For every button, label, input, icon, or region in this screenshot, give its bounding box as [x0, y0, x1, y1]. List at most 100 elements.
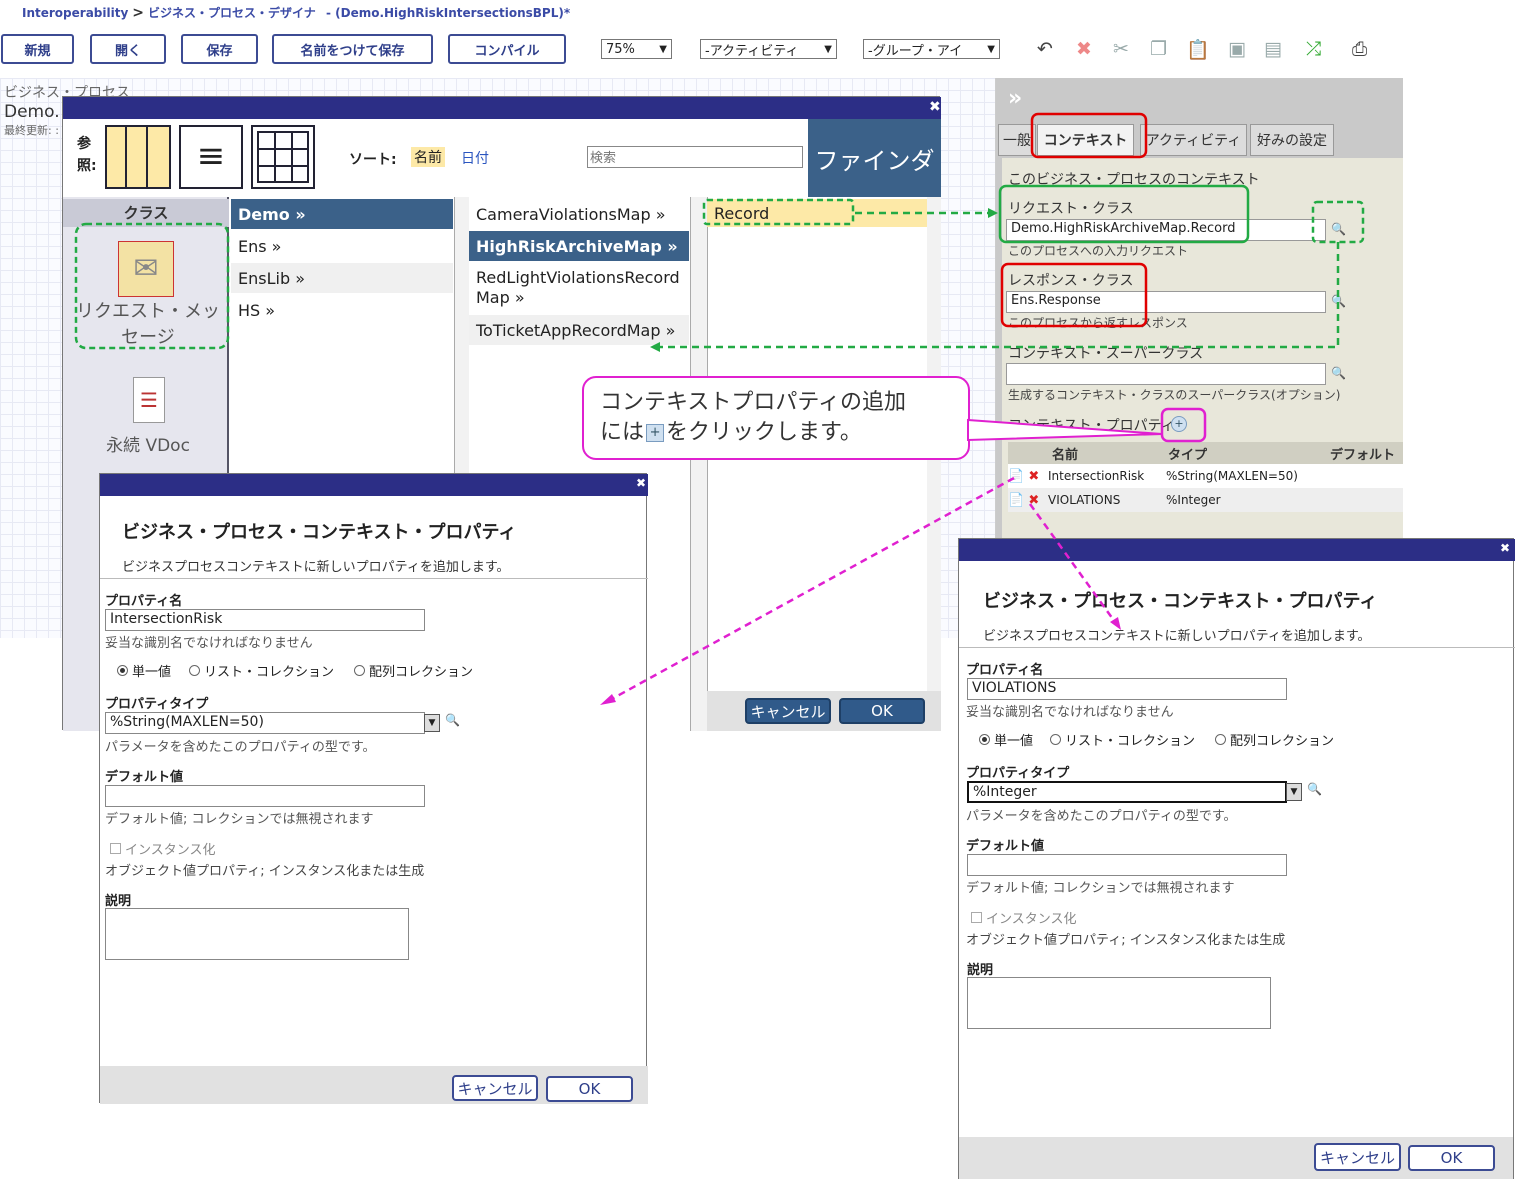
class-list-scrollbar[interactable]: [691, 197, 707, 731]
tab-activity[interactable]: アクティビティ: [1140, 124, 1247, 156]
grid-view-icon[interactable]: [251, 125, 315, 189]
radio-single[interactable]: 単一値: [117, 661, 171, 680]
print-icon[interactable]: ⎙: [1352, 38, 1367, 60]
cut-icon[interactable]: ✂: [1113, 38, 1129, 60]
dialog-ok-button[interactable]: OK: [546, 1076, 633, 1102]
property-name-input[interactable]: IntersectionRisk: [105, 609, 425, 631]
edit-icon[interactable]: 📄: [1008, 493, 1024, 508]
request-message-label[interactable]: リクエスト・メッセージ: [73, 299, 223, 351]
delete-icon[interactable]: ✖: [1024, 469, 1039, 484]
instantiate-checkbox[interactable]: インスタンス化: [971, 908, 1076, 927]
property-type-search-icon[interactable]: 🔍: [445, 713, 460, 727]
sort-by-date[interactable]: 日付: [461, 148, 489, 168]
property-name-label: プロパティ名: [105, 594, 183, 609]
list-item-record[interactable]: Record: [707, 199, 929, 227]
undo-icon[interactable]: ↶: [1037, 38, 1053, 60]
copy-icon[interactable]: ❐: [1150, 38, 1167, 60]
ungroup-icon[interactable]: ▤: [1264, 38, 1282, 60]
new-button[interactable]: 新規: [1, 34, 74, 64]
context-superclass-hint: 生成するコンテキスト・クラスのスーパークラス(オプション): [1008, 388, 1341, 402]
edit-icon[interactable]: 📄: [1008, 469, 1024, 484]
finder-ok-button[interactable]: OK: [839, 698, 925, 724]
request-class-search-icon[interactable]: 🔍: [1331, 222, 1346, 236]
close-icon[interactable]: ✖: [636, 476, 646, 490]
persistent-vdoc-icon[interactable]: ☰: [133, 377, 165, 423]
property-type-search-icon[interactable]: 🔍: [1307, 782, 1322, 796]
search-input[interactable]: [587, 146, 803, 168]
tab-general[interactable]: 一般: [998, 124, 1036, 156]
list-item[interactable]: HighRiskArchiveMap »: [469, 231, 689, 261]
delete-icon[interactable]: ✖: [1076, 38, 1092, 60]
group-select[interactable]: -グループ・アイ ▼: [863, 39, 1000, 59]
callout-line1: コンテキストプロパティの追加: [600, 390, 907, 415]
radio-list[interactable]: リスト・コレクション: [1050, 730, 1195, 749]
finder-cancel-button[interactable]: キャンセル: [745, 698, 831, 724]
list-item-hs[interactable]: HS »: [231, 295, 453, 325]
add-property-icon[interactable]: +: [1171, 416, 1187, 432]
tab-preferences[interactable]: 好みの設定: [1250, 124, 1334, 156]
dialog-titlebar: [959, 539, 1515, 561]
radio-dot: [1215, 734, 1226, 745]
dialog-cancel-button[interactable]: キャンセル: [1314, 1143, 1401, 1171]
response-class-search-icon[interactable]: 🔍: [1331, 294, 1346, 308]
default-value-input[interactable]: [967, 854, 1287, 876]
radio-single[interactable]: 単一値: [979, 730, 1033, 749]
dialog-cancel-button[interactable]: キャンセル: [452, 1075, 538, 1101]
col-default-header: デフォルト: [1330, 448, 1396, 463]
description-textarea[interactable]: [967, 977, 1271, 1029]
radio-array[interactable]: 配列コレクション: [1215, 730, 1334, 749]
request-class-input[interactable]: Demo.HighRiskArchiveMap.Record: [1006, 219, 1326, 241]
radio-list[interactable]: リスト・コレクション: [189, 661, 334, 680]
table-row[interactable]: 📄 ✖ IntersectionRisk %String(MAXLEN=50): [1008, 464, 1403, 488]
description-textarea[interactable]: [105, 908, 409, 960]
radio-array[interactable]: 配列コレクション: [354, 661, 473, 680]
breadcrumb-root[interactable]: Interoperability: [22, 6, 128, 20]
tab-context[interactable]: コンテキスト: [1037, 124, 1134, 156]
chevron-down-icon[interactable]: ▼: [1286, 783, 1302, 801]
arrange-icon[interactable]: ⤮: [1306, 38, 1321, 60]
property-type-hint: パラメータを含めたこのプロパティの型です。: [966, 809, 1237, 824]
open-button[interactable]: 開く: [90, 34, 166, 64]
context-superclass-input[interactable]: [1006, 363, 1326, 385]
dialog-ok-button[interactable]: OK: [1408, 1145, 1495, 1171]
list-item[interactable]: RedLightViolationsRecord Map »: [469, 263, 689, 313]
zoom-value: 75%: [606, 41, 635, 57]
save-as-button[interactable]: 名前をつけて保存: [272, 34, 433, 64]
property-type-input[interactable]: %Integer: [967, 781, 1287, 803]
list-view-icon[interactable]: ≡: [179, 125, 243, 189]
save-button[interactable]: 保存: [181, 34, 258, 64]
list-item[interactable]: ToTicketAppRecordMap »: [469, 315, 689, 345]
close-icon[interactable]: ✖: [929, 99, 941, 115]
request-class-label: リクエスト・クラス: [1008, 201, 1134, 217]
list-item-enslib[interactable]: EnsLib »: [231, 263, 453, 293]
request-message-icon[interactable]: ✉: [118, 241, 174, 297]
activity-select[interactable]: -アクティビティ ▼: [700, 39, 837, 59]
property-name-label: プロパティ名: [966, 663, 1044, 678]
close-icon[interactable]: ✖: [1500, 541, 1510, 555]
column-view-icon[interactable]: [105, 125, 171, 189]
compile-button[interactable]: コンパイル: [448, 34, 566, 64]
chevron-down-icon[interactable]: ▼: [424, 714, 440, 732]
group-icon[interactable]: ▣: [1228, 38, 1246, 60]
default-value-input[interactable]: [105, 785, 425, 807]
delete-icon[interactable]: ✖: [1024, 493, 1039, 508]
table-row[interactable]: 📄 ✖ VIOLATIONS %Integer: [1008, 488, 1403, 512]
annotation-callout: コンテキストプロパティの追加 には + をクリックします。: [582, 376, 970, 460]
context-superclass-search-icon[interactable]: 🔍: [1331, 366, 1346, 380]
persistent-vdoc-label[interactable]: 永続 VDoc: [73, 431, 223, 456]
sort-by-name[interactable]: 名前: [411, 147, 445, 167]
paste-icon[interactable]: 📋: [1186, 38, 1210, 61]
list-item-demo[interactable]: Demo »: [231, 199, 453, 229]
list-item-ens[interactable]: Ens »: [231, 231, 453, 261]
breadcrumb-separator: >: [132, 5, 145, 21]
context-property-dialog-2: ✖ ビジネス・プロセス・コンテキスト・プロパティ ビジネスプロセスコンテキストに…: [958, 538, 1515, 1179]
response-class-input[interactable]: Ens.Response: [1006, 291, 1326, 313]
breadcrumb-doc: - (Demo.HighRiskIntersectionsBPL)*: [325, 6, 571, 20]
zoom-select[interactable]: 75% ▼: [601, 39, 672, 59]
list-item[interactable]: CameraViolationsMap »: [469, 199, 689, 229]
instantiate-label: インスタンス化: [986, 912, 1077, 927]
property-name-input[interactable]: VIOLATIONS: [967, 678, 1287, 700]
expand-panel-icon[interactable]: »: [1008, 86, 1022, 111]
property-type-input[interactable]: %String(MAXLEN=50): [105, 712, 425, 734]
instantiate-checkbox[interactable]: インスタンス化: [110, 839, 215, 858]
